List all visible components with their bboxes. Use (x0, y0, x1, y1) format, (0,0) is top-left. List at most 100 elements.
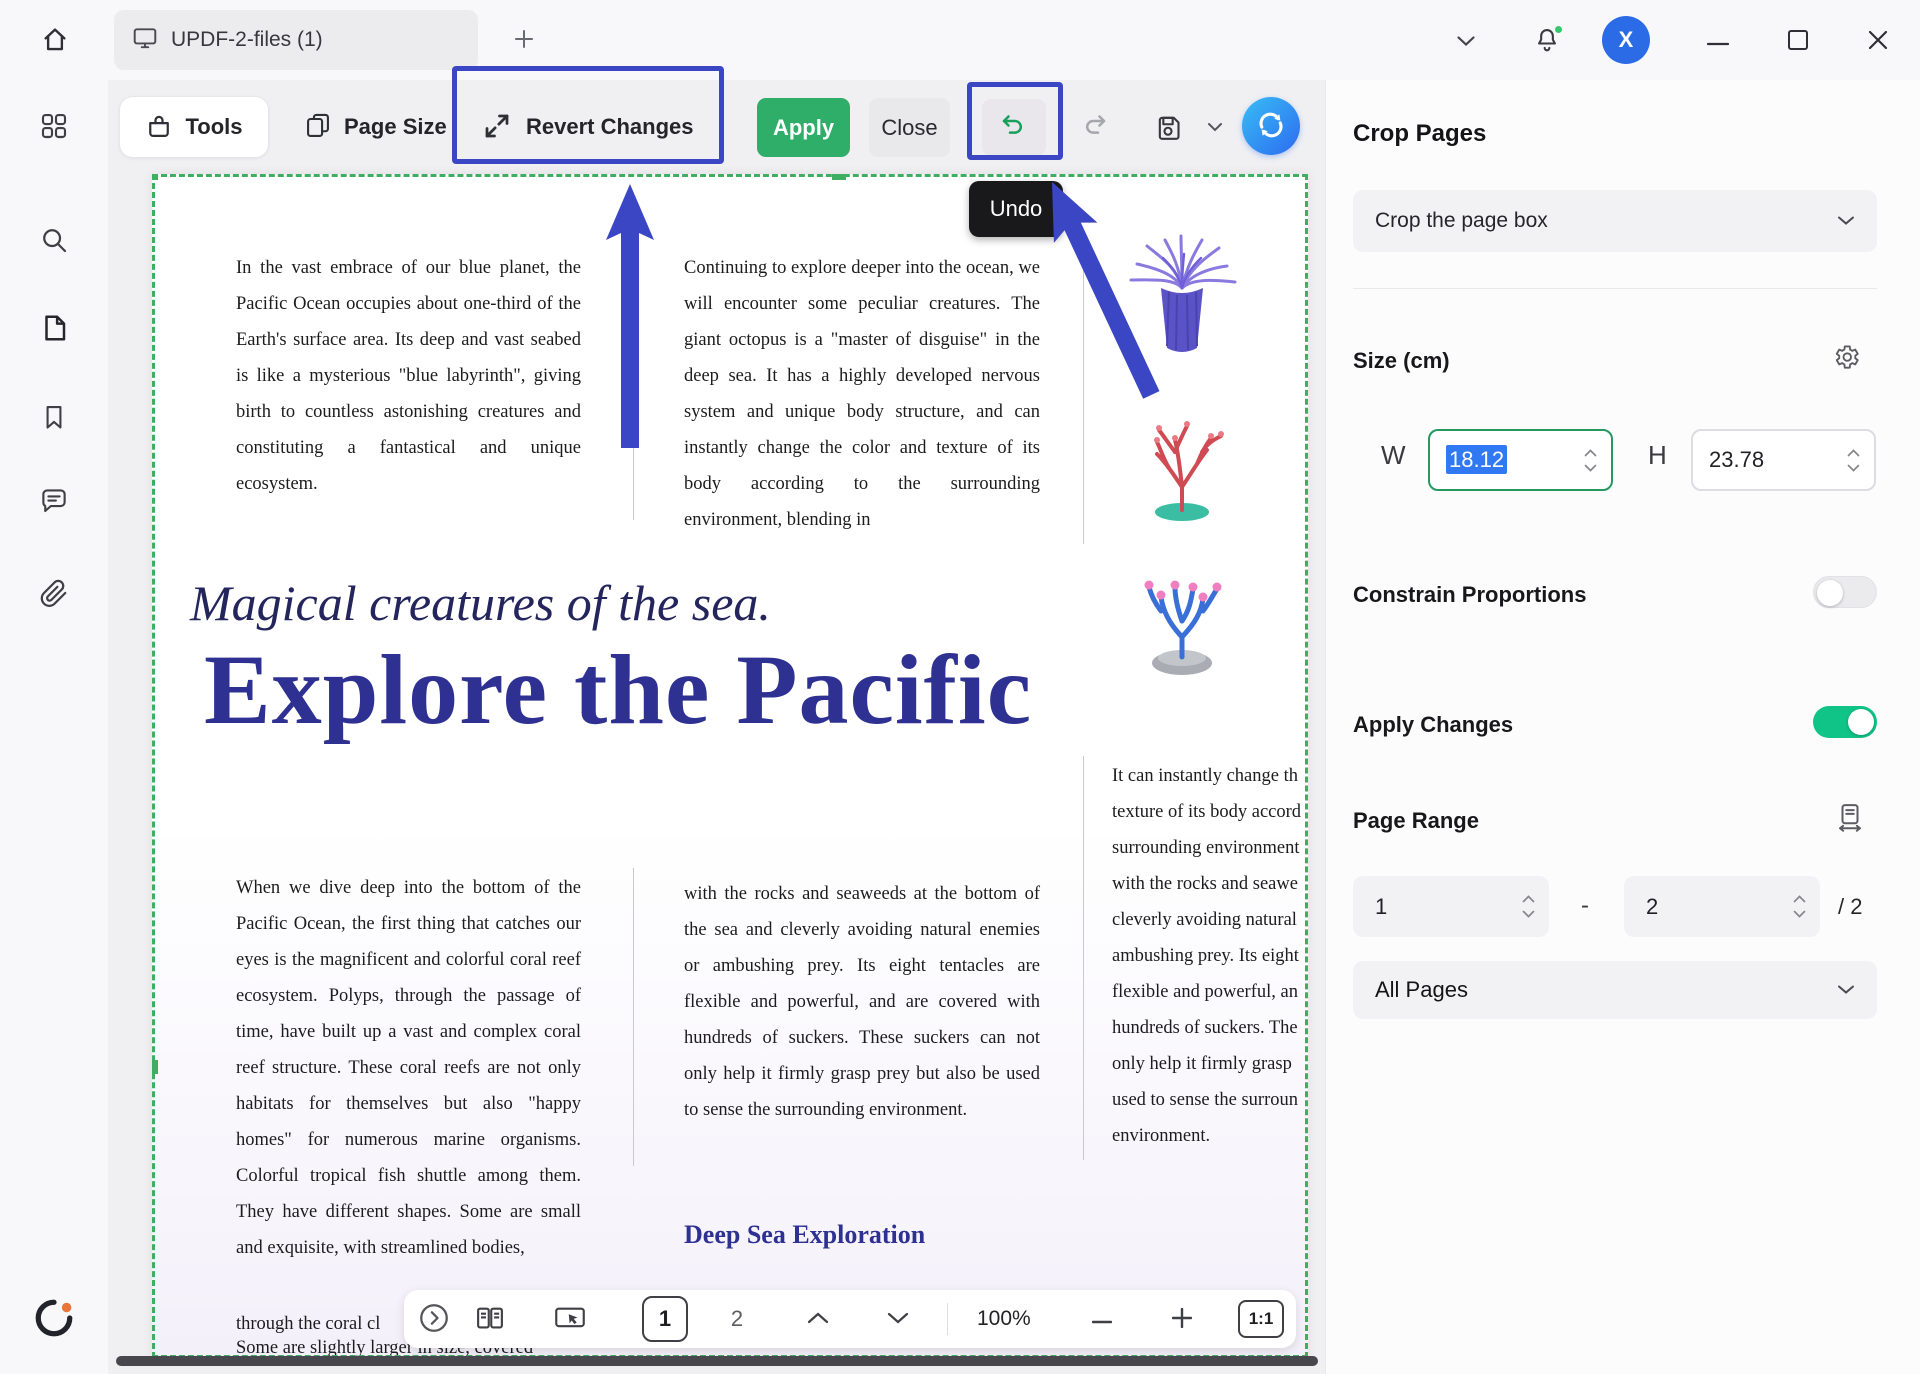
undo-button[interactable] (982, 99, 1046, 156)
zoom-in-button[interactable] (1156, 1290, 1208, 1348)
tools-button[interactable]: Tools (119, 96, 269, 158)
chevron-up-icon (806, 1311, 830, 1328)
sidebar-item-apps[interactable] (27, 100, 81, 154)
page-size-button[interactable]: Page Size (294, 96, 457, 158)
paragraph-col1-top: In the vast embrace of our blue planet, … (236, 250, 581, 502)
zoom-out-button[interactable] (1076, 1290, 1128, 1348)
revert-changes-label: Revert Changes (526, 114, 694, 140)
size-settings-button[interactable] (1824, 336, 1868, 380)
ai-assistant-button[interactable] (1242, 97, 1300, 155)
apply-button[interactable]: Apply (757, 98, 850, 157)
grid-icon (39, 111, 69, 144)
chevron-down-icon (886, 1311, 910, 1328)
gear-icon (1831, 342, 1861, 375)
constrain-proportions-label: Constrain Proportions (1353, 582, 1586, 608)
range-to-value: 2 (1646, 894, 1658, 920)
save-icon (1154, 112, 1182, 143)
revert-changes-button[interactable]: Revert Changes (470, 98, 706, 156)
undo-tooltip: Undo (969, 181, 1063, 237)
crop-handle-left-center[interactable] (152, 1060, 158, 1074)
zoom-level[interactable]: 100% (977, 1290, 1031, 1348)
width-label: W (1381, 440, 1406, 471)
range-from-stepper[interactable] (1522, 895, 1535, 918)
sidebar-item-pages[interactable] (27, 302, 81, 356)
paragraph-col2-bottom: with the rocks and seaweeds at the botto… (684, 876, 1040, 1128)
range-from-input[interactable]: 1 (1353, 876, 1549, 937)
height-stepper[interactable] (1847, 449, 1860, 472)
home-button[interactable] (26, 11, 84, 69)
width-input[interactable]: 18.12 (1428, 429, 1613, 491)
save-options-dropdown[interactable] (1198, 99, 1232, 156)
crop-handle-top-left[interactable] (152, 174, 158, 180)
next-page-button[interactable] (872, 1290, 924, 1348)
crop-mode-dropdown[interactable]: Crop the page box (1353, 190, 1877, 252)
pdf-page: In the vast embrace of our blue planet, … (152, 174, 1308, 1358)
tab-list-dropdown-button[interactable] (1444, 20, 1488, 64)
maximize-button[interactable] (1775, 18, 1821, 64)
paragraph-col3-clipped: It can instantly change thtexture of its… (1112, 758, 1308, 1154)
page-range-icon (1835, 802, 1865, 835)
monitor-icon (132, 25, 158, 56)
updf-logo-icon (33, 1297, 75, 1342)
account-avatar[interactable]: X (1602, 16, 1650, 64)
close-crop-button[interactable]: Close (869, 98, 950, 157)
page-scope-value: All Pages (1375, 977, 1468, 1003)
previous-page-button[interactable] (792, 1290, 844, 1348)
updf-logo[interactable] (27, 1292, 81, 1346)
range-to-stepper[interactable] (1793, 895, 1806, 918)
range-total: / 2 (1838, 894, 1862, 920)
minimize-button[interactable] (1695, 18, 1741, 64)
column-divider (1083, 252, 1084, 544)
range-separator: - (1581, 892, 1589, 920)
minimize-icon (1707, 34, 1729, 49)
sidebar-item-search[interactable] (27, 214, 81, 268)
notifications-button[interactable] (1524, 18, 1570, 64)
redo-icon (1079, 111, 1109, 144)
sidebar-item-comments[interactable] (27, 475, 81, 529)
document-tab[interactable]: UPDF-2-files (1) (114, 10, 478, 70)
sidebar-item-attachments[interactable] (27, 566, 81, 620)
sidebar-item-bookmarks[interactable] (27, 391, 81, 445)
column-divider (633, 252, 634, 520)
red-coral-image (1107, 402, 1257, 532)
page-number-current[interactable]: 1 (642, 1296, 688, 1342)
tab-title: UPDF-2-files (1) (171, 28, 323, 52)
close-icon (1867, 29, 1889, 54)
presentation-mode-button[interactable] (542, 1290, 598, 1348)
page-number-2[interactable]: 2 (714, 1296, 760, 1342)
two-page-view-button[interactable] (462, 1290, 518, 1348)
page-size-label: Page Size (344, 114, 447, 140)
height-input[interactable]: 23.78 (1691, 429, 1876, 491)
size-section-label: Size (cm) (1353, 348, 1450, 374)
page-scope-dropdown[interactable]: All Pages (1353, 961, 1877, 1019)
page-size-icon (304, 112, 332, 143)
expand-panel-button[interactable] (408, 1290, 460, 1348)
redo-button[interactable] (1062, 99, 1126, 156)
actual-size-button[interactable]: 1:1 (1238, 1300, 1284, 1338)
new-tab-button[interactable] (502, 18, 546, 62)
pager-divider (947, 1303, 948, 1335)
save-button[interactable] (1140, 99, 1196, 156)
close-window-button[interactable] (1855, 18, 1901, 64)
height-value: 23.78 (1709, 447, 1764, 473)
left-sidebar (0, 80, 108, 1374)
page-range-label: Page Range (1353, 808, 1479, 834)
apply-changes-toggle[interactable] (1813, 706, 1877, 738)
crop-pages-panel: Crop Pages Crop the page box Size (cm) W… (1325, 80, 1920, 1374)
range-to-input[interactable]: 2 (1624, 876, 1820, 937)
anemone-image (1107, 226, 1257, 366)
width-value-selected: 18.12 (1446, 445, 1507, 474)
two-page-view-icon (474, 1303, 506, 1336)
plus-icon (1172, 1308, 1192, 1331)
home-icon (40, 24, 70, 57)
horizontal-scrollbar[interactable] (116, 1356, 1318, 1366)
tools-label: Tools (185, 114, 242, 140)
constrain-proportions-toggle[interactable] (1813, 576, 1877, 608)
crop-handle-top-center[interactable] (832, 174, 846, 180)
panel-title: Crop Pages (1353, 120, 1486, 148)
ai-assistant-icon (1254, 108, 1288, 145)
width-stepper[interactable] (1584, 449, 1597, 472)
paragraph-col1-bottom: When we dive deep into the bottom of the… (236, 870, 581, 1266)
page-range-options-button[interactable] (1828, 796, 1872, 840)
doc-subtitle: Magical creatures of the sea. (190, 574, 771, 632)
